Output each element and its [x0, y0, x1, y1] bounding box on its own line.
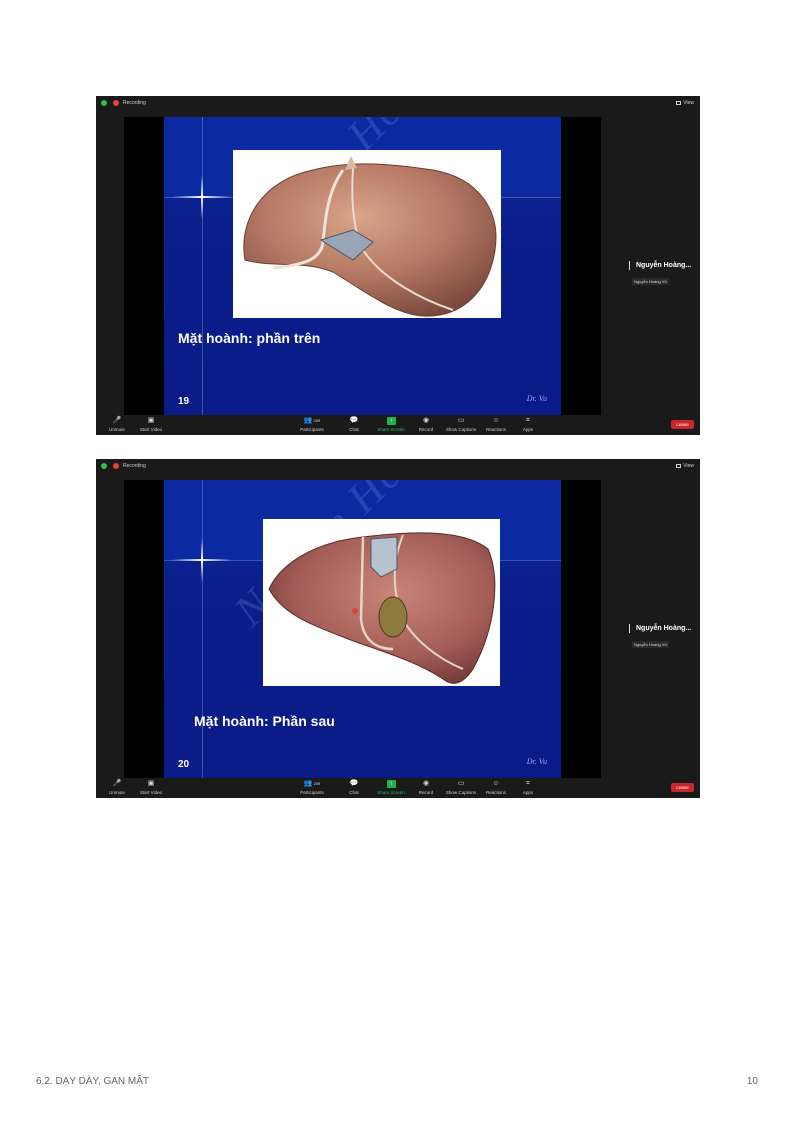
liver-posterior-image — [263, 519, 500, 686]
slide-number: 19 — [178, 396, 190, 407]
chat-button[interactable]: 💬 Chat — [346, 780, 362, 795]
unmute-label: Unmute — [109, 790, 125, 795]
footer-section-title: 6.2. DẠY DÀY, GAN MẬT — [36, 1076, 150, 1087]
participants-icon: 👥259 — [303, 780, 321, 787]
shared-screen: Nguyễn Hoàng Vũ — [124, 480, 601, 778]
chat-icon: 💬 — [349, 417, 359, 424]
meeting-toolbar: 🎤 Unmute ▣ Start Video 👥259 Participants… — [96, 778, 700, 798]
reactions-icon: ☺ — [492, 780, 500, 787]
video-off-icon: ▣ — [147, 417, 155, 424]
chat-icon: 💬 — [349, 780, 359, 787]
reactions-icon: ☺ — [492, 417, 500, 424]
chat-button[interactable]: 💬 Chat — [346, 417, 362, 432]
start-video-label: Start Video — [139, 790, 163, 795]
chat-label: Chat — [349, 790, 359, 795]
shield-icon[interactable] — [101, 463, 107, 469]
participant-name: Nguyễn Hoàng... — [629, 261, 691, 270]
reactions-label: Reactions — [485, 427, 506, 432]
slide-vertical-line — [202, 117, 203, 415]
shield-icon[interactable] — [101, 100, 107, 106]
start-video-button[interactable]: ▣ Start Video — [136, 417, 166, 432]
record-button[interactable]: ◉ Record — [417, 417, 435, 432]
slide-title: Mặt hoành: phần trên — [178, 330, 321, 346]
show-captions-label: Show Captions — [445, 427, 477, 432]
apps-label: Apps — [522, 427, 534, 432]
presentation-slide: Nguyễn Hoàng Vũ — [164, 117, 561, 415]
participant-tile[interactable]: Nguyễn Hoàng... Nguyễn Hoàng Vũ — [629, 624, 691, 651]
recording-label[interactable]: Recording — [123, 462, 146, 470]
participant-tile[interactable]: Nguyễn Hoàng... Nguyễn Hoàng Vũ — [629, 261, 691, 288]
shared-screen: Nguyễn Hoàng Vũ — [124, 117, 601, 415]
leave-button[interactable]: Leave — [671, 420, 694, 429]
meeting-status-bar: Recording View — [96, 96, 700, 110]
zoom-window-2: Recording View Nguyễn Hoàng Vũ — [96, 459, 700, 798]
muted-microphone-icon: 🎤 — [112, 780, 122, 787]
unmute-button[interactable]: 🎤 Unmute — [106, 780, 128, 795]
footer-page-number: 10 — [746, 1076, 758, 1087]
apps-button[interactable]: ⌗ Apps — [520, 417, 536, 432]
meeting-status-bar: Recording View — [96, 459, 700, 473]
meeting-toolbar: 🎤 Unmute ▣ Start Video 👥259 Participants… — [96, 415, 700, 435]
captions-icon: ▭ — [457, 417, 465, 424]
recording-icon — [113, 100, 119, 106]
apps-icon: ⌗ — [526, 417, 530, 424]
share-screen-label: Share Screen — [377, 790, 405, 795]
apps-button[interactable]: ⌗ Apps — [520, 780, 536, 795]
recording-icon — [113, 463, 119, 469]
video-off-icon: ▣ — [147, 780, 155, 787]
participants-icon: 👥259 — [303, 417, 321, 424]
participant-tag: Nguyễn Hoàng Vũ — [632, 278, 669, 285]
participant-name: Nguyễn Hoàng... — [629, 624, 691, 633]
apps-label: Apps — [522, 790, 534, 795]
grid-icon — [676, 101, 682, 105]
show-captions-button[interactable]: ▭ Show Captions — [444, 780, 478, 795]
slide-vertical-line — [202, 480, 203, 778]
muted-microphone-icon: 🎤 — [112, 417, 122, 424]
unmute-button[interactable]: 🎤 Unmute — [106, 417, 128, 432]
participants-button[interactable]: 👥259 Participants — [296, 780, 328, 795]
share-screen-icon: ↑ — [386, 417, 396, 425]
chat-label: Chat — [349, 427, 359, 432]
view-label: View — [683, 463, 694, 469]
leave-button[interactable]: Leave — [671, 783, 694, 792]
reactions-label: Reactions — [485, 790, 506, 795]
participants-count: 259 — [313, 418, 321, 423]
record-icon: ◉ — [422, 780, 430, 787]
zoom-window-1: Recording View Nguyễn Hoàng Vũ — [96, 96, 700, 435]
slide-signature: Dr. Vu — [526, 757, 547, 766]
show-captions-label: Show Captions — [445, 790, 477, 795]
record-label: Record — [418, 427, 434, 432]
record-label: Record — [418, 790, 434, 795]
apps-icon: ⌗ — [526, 780, 530, 787]
slide-number: 20 — [178, 759, 190, 770]
share-screen-label: Share Screen — [377, 427, 405, 432]
liver-superior-image — [233, 150, 501, 318]
slide-title: Mặt hoành: Phần sau — [194, 713, 335, 729]
share-screen-button[interactable]: ↑ Share Screen — [376, 780, 406, 795]
view-label: View — [683, 100, 694, 106]
participants-button[interactable]: 👥259 Participants — [296, 417, 328, 432]
view-button[interactable]: View — [676, 462, 694, 470]
unmute-label: Unmute — [109, 427, 125, 432]
recording-label[interactable]: Recording — [123, 99, 146, 107]
show-captions-button[interactable]: ▭ Show Captions — [444, 417, 478, 432]
reactions-button[interactable]: ☺ Reactions — [484, 417, 508, 432]
share-screen-icon: ↑ — [386, 780, 396, 788]
share-screen-button[interactable]: ↑ Share Screen — [376, 417, 406, 432]
participants-count: 259 — [313, 781, 321, 786]
participants-label: Participants — [300, 427, 324, 432]
presentation-slide: Nguyễn Hoàng Vũ — [164, 480, 561, 778]
view-button[interactable]: View — [676, 99, 694, 107]
participants-label: Participants — [300, 790, 324, 795]
start-video-button[interactable]: ▣ Start Video — [136, 780, 166, 795]
record-button[interactable]: ◉ Record — [417, 780, 435, 795]
record-icon: ◉ — [422, 417, 430, 424]
start-video-label: Start Video — [139, 427, 163, 432]
grid-icon — [676, 464, 682, 468]
captions-icon: ▭ — [457, 780, 465, 787]
participant-tag: Nguyễn Hoàng Vũ — [632, 641, 669, 648]
reactions-button[interactable]: ☺ Reactions — [484, 780, 508, 795]
slide-signature: Dr. Vu — [526, 394, 547, 403]
